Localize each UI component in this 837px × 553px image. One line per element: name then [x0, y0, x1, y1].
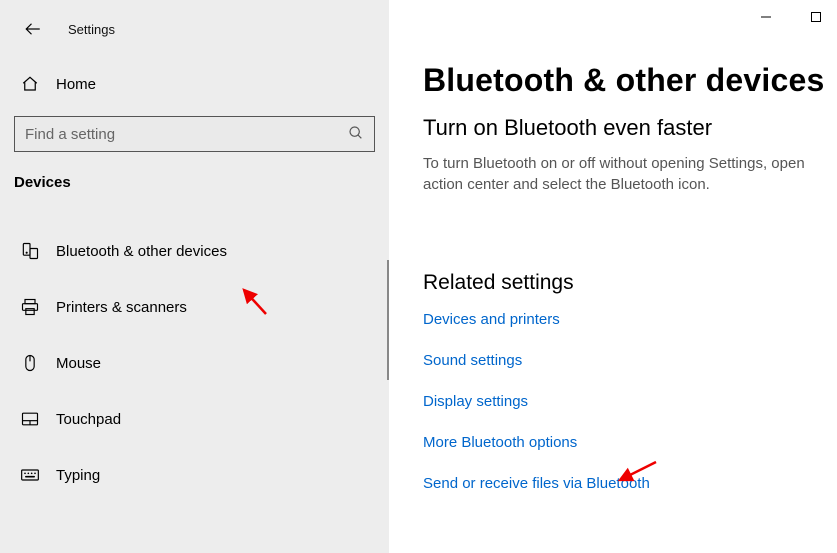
- minimize-button[interactable]: [759, 10, 773, 24]
- touchpad-icon: [18, 409, 42, 429]
- printer-icon: [18, 297, 42, 317]
- back-icon[interactable]: [24, 20, 42, 38]
- page-subtitle: Turn on Bluetooth even faster: [423, 115, 837, 141]
- sidebar-item-typing[interactable]: Typing: [0, 447, 389, 503]
- mouse-icon: [18, 353, 42, 373]
- link-display-settings[interactable]: Display settings: [423, 393, 837, 410]
- sidebar-item-printers[interactable]: Printers & scanners: [0, 279, 389, 335]
- section-header-devices: Devices: [0, 174, 389, 191]
- link-devices-and-printers[interactable]: Devices and printers: [423, 311, 837, 328]
- related-settings-header: Related settings: [423, 271, 837, 295]
- sidebar-item-bluetooth[interactable]: Bluetooth & other devices: [0, 223, 389, 279]
- sidebar-item-label: Mouse: [56, 355, 101, 372]
- app-title: Settings: [68, 22, 115, 37]
- sidebar-item-label: Typing: [56, 467, 100, 484]
- sidebar: Settings Home Devices: [0, 0, 389, 553]
- maximize-button[interactable]: [809, 10, 823, 24]
- search-input[interactable]: [25, 126, 348, 143]
- settings-window: Settings Home Devices: [0, 0, 837, 553]
- page-title: Bluetooth & other devices: [423, 62, 837, 99]
- search-icon[interactable]: [348, 125, 364, 144]
- content-pane: Bluetooth & other devices Turn on Blueto…: [389, 0, 837, 553]
- home-label: Home: [56, 76, 96, 93]
- sidebar-item-mouse[interactable]: Mouse: [0, 335, 389, 391]
- window-controls: [759, 10, 823, 24]
- link-send-receive-bluetooth[interactable]: Send or receive files via Bluetooth: [423, 475, 837, 492]
- link-more-bluetooth-options[interactable]: More Bluetooth options: [423, 434, 837, 451]
- related-links: Devices and printers Sound settings Disp…: [423, 311, 837, 492]
- home-icon: [18, 75, 42, 93]
- sidebar-item-home[interactable]: Home: [0, 66, 389, 102]
- sidebar-item-touchpad[interactable]: Touchpad: [0, 391, 389, 447]
- sidebar-item-label: Printers & scanners: [56, 299, 187, 316]
- link-sound-settings[interactable]: Sound settings: [423, 352, 837, 369]
- sidebar-item-label: Bluetooth & other devices: [56, 243, 227, 260]
- search-box[interactable]: [14, 116, 375, 152]
- sidebar-item-label: Touchpad: [56, 411, 121, 428]
- bluetooth-devices-icon: [18, 241, 42, 261]
- page-body-text: To turn Bluetooth on or off without open…: [423, 153, 823, 195]
- keyboard-icon: [18, 465, 42, 485]
